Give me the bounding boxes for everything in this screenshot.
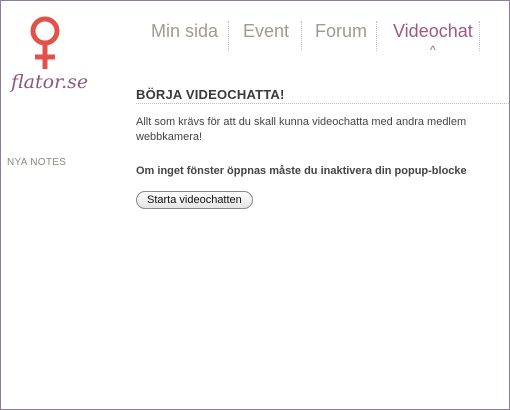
nav-item-event[interactable]: Event [243,21,289,42]
sidebar-nya-notes[interactable]: NYA NOTES [7,157,66,168]
intro-text: Allt som krävs för att du skall kunna vi… [136,115,509,145]
venus-symbol-icon [30,16,60,69]
start-videochat-button[interactable]: Starta videochatten [136,191,253,209]
nav-separator [301,21,302,51]
popup-warning: Om inget fönster öppnas måste du inaktiv… [136,165,467,177]
nav-separator [479,21,480,51]
intro-line: webbkamera! [136,131,203,143]
nav-item-forum[interactable]: Forum [315,21,367,42]
nav-separator [228,21,229,51]
active-tab-indicator: ^ [430,43,436,57]
intro-line: Allt som krävs för att du skall kunna vi… [136,116,467,128]
page-frame: flator.se Min sida Event Forum Videochat… [0,0,510,410]
site-logo[interactable]: flator.se [7,9,89,101]
logo-text: flator.se [11,71,89,93]
nav-item-videochat[interactable]: Videochat [393,21,473,42]
nav-item-min-sida[interactable]: Min sida [151,21,218,42]
heading-divider [136,103,509,104]
nav-separator [376,21,377,51]
page-title: BÖRJA VIDEOCHATTA! [136,87,285,102]
